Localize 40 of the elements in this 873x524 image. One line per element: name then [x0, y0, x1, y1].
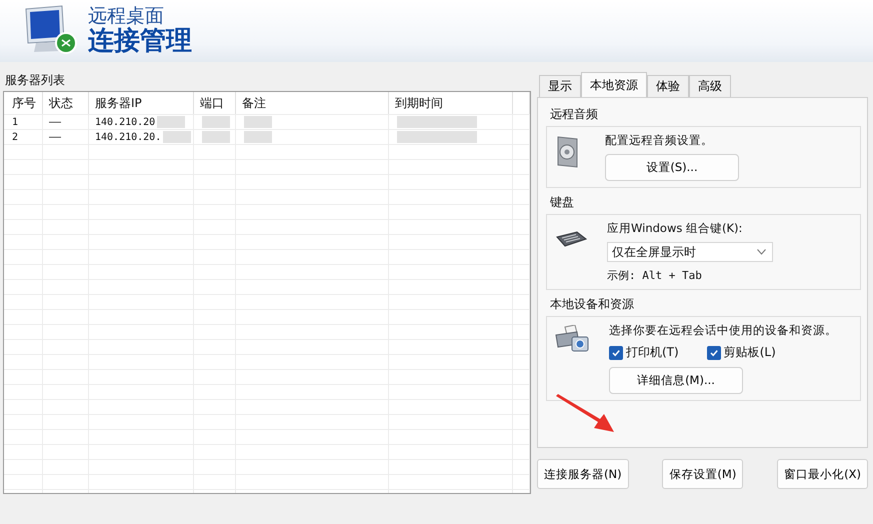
- checkbox[interactable]: 剪贴板(L): [706, 344, 776, 361]
- tab[interactable]: 高级: [689, 75, 731, 97]
- column-header[interactable]: 状态: [43, 92, 89, 114]
- column-header[interactable]: 端口: [194, 92, 236, 114]
- details-button[interactable]: 详细信息(M)...: [609, 367, 743, 394]
- annotation-arrow: [554, 394, 614, 434]
- devices-description: 选择你要在远程会话中使用的设备和资源。: [609, 323, 837, 338]
- server-list-label: 服务器列表: [4, 72, 66, 89]
- keyboard-dropdown[interactable]: 仅在全屏显示时: [607, 242, 773, 262]
- column-header[interactable]: 到期时间: [389, 92, 513, 114]
- app-title: 连接管理: [88, 27, 192, 56]
- app-subtitle: 远程桌面: [88, 6, 165, 28]
- table-cell: ——: [49, 116, 62, 128]
- checkbox-box[interactable]: [609, 346, 623, 360]
- checkbox[interactable]: 打印机(T): [609, 344, 679, 361]
- table-cell: 2: [12, 132, 18, 142]
- action-button[interactable]: 保存设置(M): [662, 459, 744, 489]
- checkbox-box[interactable]: [706, 346, 721, 360]
- tab[interactable]: 本地资源: [581, 72, 647, 97]
- keyboard-icon: [555, 231, 587, 247]
- example-text: 示例: Alt + Tab: [607, 268, 702, 283]
- column-header[interactable]: 备注: [236, 92, 389, 114]
- action-button[interactable]: 连接服务器(N): [537, 459, 629, 489]
- group-title: 键盘: [549, 194, 575, 211]
- tab[interactable]: 体验: [647, 75, 689, 97]
- action-button[interactable]: 窗口最小化(X): [777, 459, 868, 489]
- audio-description: 配置远程音频设置。: [605, 133, 713, 148]
- column-header[interactable]: 服务器IP: [89, 92, 194, 114]
- printer-camera-icon: [555, 325, 589, 353]
- group-title: 本地设备和资源: [549, 296, 635, 313]
- keyboard-label: 应用Windows 组合键(K):: [607, 221, 742, 236]
- column-header[interactable]: 序号: [4, 92, 43, 114]
- tab[interactable]: 显示: [539, 75, 581, 97]
- table-cell: 1: [12, 116, 18, 128]
- settings-button[interactable]: 设置(S)...: [605, 154, 739, 181]
- table-cell: 140.210.20.: [95, 132, 162, 142]
- chevron-down-icon: [757, 249, 766, 255]
- table-cell: 140.210.20: [95, 116, 156, 128]
- table-cell: ——: [49, 132, 62, 142]
- group-title: 远程音频: [549, 106, 599, 123]
